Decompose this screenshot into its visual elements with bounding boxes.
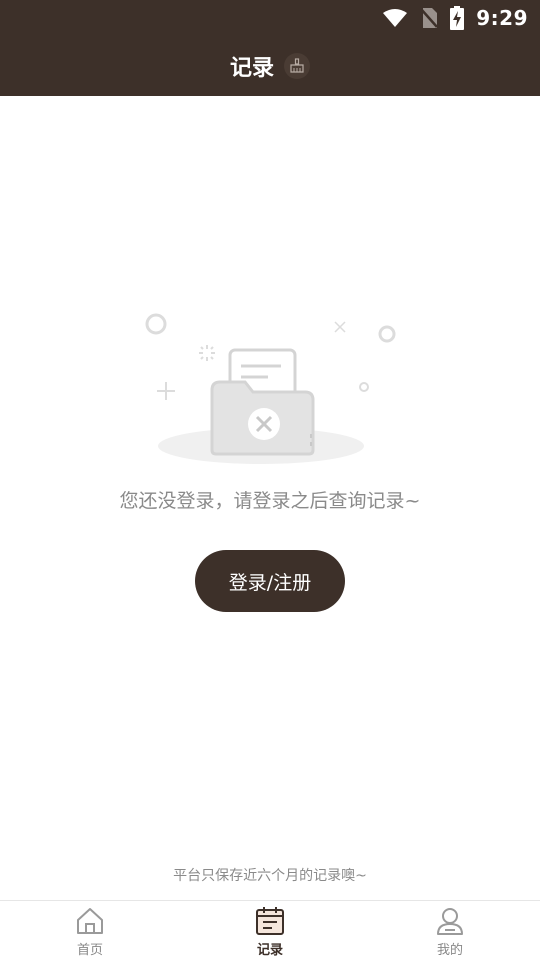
battery-charging-icon (450, 6, 465, 30)
clear-records-button[interactable] (284, 53, 310, 79)
tab-mine-label: 我的 (436, 943, 463, 958)
tab-records[interactable]: 记录 (180, 901, 360, 960)
tab-mine[interactable]: 我的 (360, 901, 540, 960)
retention-note: 平台只保存近六个月的记录噢~ (173, 868, 367, 884)
tab-home-label: 首页 (76, 943, 103, 958)
wifi-icon (383, 9, 408, 27)
home-icon (77, 908, 103, 934)
status-icons: 9:29 (370, 4, 528, 32)
page-title: 记录 (229, 56, 274, 81)
user-icon (437, 908, 463, 935)
status-time: 9:29 (476, 6, 528, 30)
calendar-note-icon (256, 907, 284, 935)
empty-state-message: 您还没登录，请登录之后查询记录~ (119, 490, 421, 512)
no-sim-icon (420, 8, 439, 28)
title-bar: 记录 (0, 36, 540, 96)
tab-home[interactable]: 首页 (0, 901, 180, 960)
login-register-button[interactable]: 登录/注册 (195, 550, 345, 612)
broom-icon (290, 58, 304, 73)
tab-records-label: 记录 (256, 943, 283, 958)
content-area: 您还没登录，请登录之后查询记录~ 登录/注册 平台只保存近六个月的记录噢~ (0, 96, 540, 900)
status-bar: 9:29 (0, 0, 540, 36)
empty-folder-icon (145, 313, 396, 464)
bottom-tab-bar: 首页 记录 我的 (0, 900, 540, 960)
